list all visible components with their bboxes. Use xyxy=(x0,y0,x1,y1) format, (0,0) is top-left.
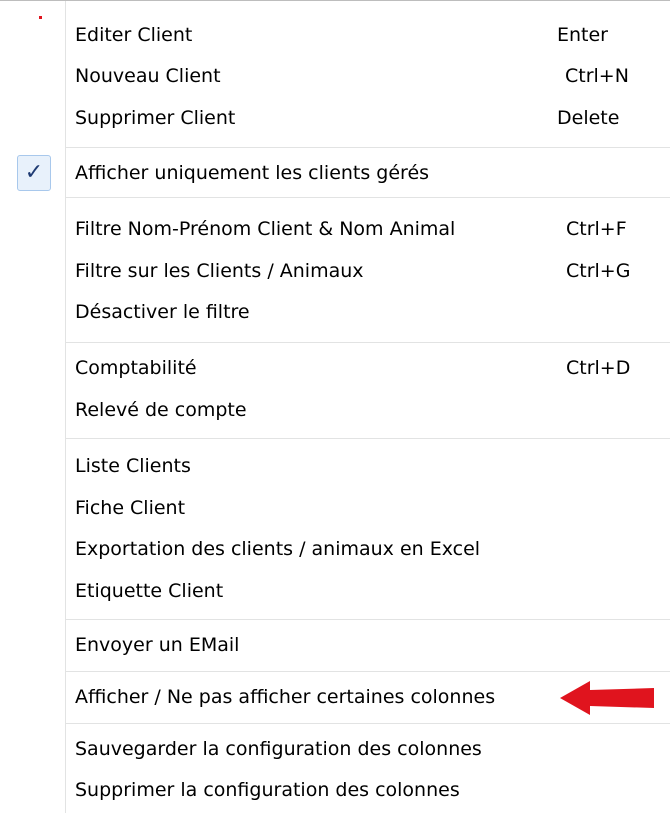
menu-item-comptabilite[interactable]: Comptabilité Ctrl+D xyxy=(0,351,670,385)
menu-item-fiche-client[interactable]: Fiche Client xyxy=(0,491,670,525)
menu-item-label: Envoyer un EMail xyxy=(75,634,240,656)
menu-item-releve-de-compte[interactable]: Relevé de compte xyxy=(0,393,670,427)
menu-item-label: Relevé de compte xyxy=(75,399,247,421)
menu-item-label: Fiche Client xyxy=(75,497,186,519)
menu-item-shortcut: Ctrl+D xyxy=(566,357,631,379)
menu-item-label: Afficher uniquement les clients gérés xyxy=(75,162,430,184)
menu-separator xyxy=(66,671,670,673)
menu-item-label: Editer Client xyxy=(75,24,193,46)
menu-item-liste-clients[interactable]: Liste Clients xyxy=(0,449,670,483)
menu-item-label: Sauvegarder la configuration des colonne… xyxy=(75,738,482,760)
menu-separator xyxy=(66,723,670,725)
menu-item-label: Supprimer la configuration des colonnes xyxy=(75,779,460,801)
menu-item-filtre-nom-prenom[interactable]: Filtre Nom-Prénom Client & Nom Animal Ct… xyxy=(0,212,670,246)
menu-item-shortcut: Ctrl+G xyxy=(566,260,631,282)
menu-item-label: Afficher / Ne pas afficher certaines col… xyxy=(75,686,496,708)
menu-item-label: Nouveau Client xyxy=(75,65,221,87)
menu-separator xyxy=(66,342,670,344)
menu-item-supprimer-config-colonnes[interactable]: Supprimer la configuration des colonnes xyxy=(0,773,670,807)
red-arrow-annotation xyxy=(560,681,654,715)
menu-item-label: Filtre sur les Clients / Animaux xyxy=(75,260,364,282)
menu-item-nouveau-client[interactable]: Nouveau Client Ctrl+N xyxy=(0,59,670,93)
menu-item-afficher-clients-geres[interactable]: Afficher uniquement les clients gérés xyxy=(0,156,670,190)
menu-separator xyxy=(66,619,670,621)
menu-item-shortcut: Enter xyxy=(557,24,608,46)
menu-item-supprimer-client[interactable]: Supprimer Client Delete xyxy=(0,101,670,135)
menu-item-filtre-clients-animaux[interactable]: Filtre sur les Clients / Animaux Ctrl+G xyxy=(0,254,670,288)
menu-item-label: Exportation des clients / animaux en Exc… xyxy=(75,538,481,560)
menu-item-label: Liste Clients xyxy=(75,455,191,477)
menu-item-label: Filtre Nom-Prénom Client & Nom Animal xyxy=(75,218,456,240)
menu-item-label: Comptabilité xyxy=(75,357,197,379)
menu-item-shortcut: Delete xyxy=(557,107,620,129)
menu-item-sauvegarder-config-colonnes[interactable]: Sauvegarder la configuration des colonne… xyxy=(0,732,670,766)
menu-item-etiquette-client[interactable]: Etiquette Client xyxy=(0,574,670,608)
context-menu: Editer Client Enter Nouveau Client Ctrl+… xyxy=(0,0,670,813)
menu-item-envoyer-email[interactable]: Envoyer un EMail xyxy=(0,628,670,662)
menu-separator xyxy=(66,438,670,440)
menu-item-label: Désactiver le filtre xyxy=(75,301,250,323)
menu-item-desactiver-filtre[interactable]: Désactiver le filtre xyxy=(0,295,670,329)
menu-separator xyxy=(66,197,670,199)
menu-item-shortcut: Ctrl+F xyxy=(566,218,627,240)
menu-item-editer-client[interactable]: Editer Client Enter xyxy=(0,18,670,52)
menu-item-exportation-excel[interactable]: Exportation des clients / animaux en Exc… xyxy=(0,532,670,566)
menu-item-label: Etiquette Client xyxy=(75,580,224,602)
menu-item-label: Supprimer Client xyxy=(75,107,236,129)
menu-separator xyxy=(66,147,670,149)
menu-item-shortcut: Ctrl+N xyxy=(565,65,629,87)
